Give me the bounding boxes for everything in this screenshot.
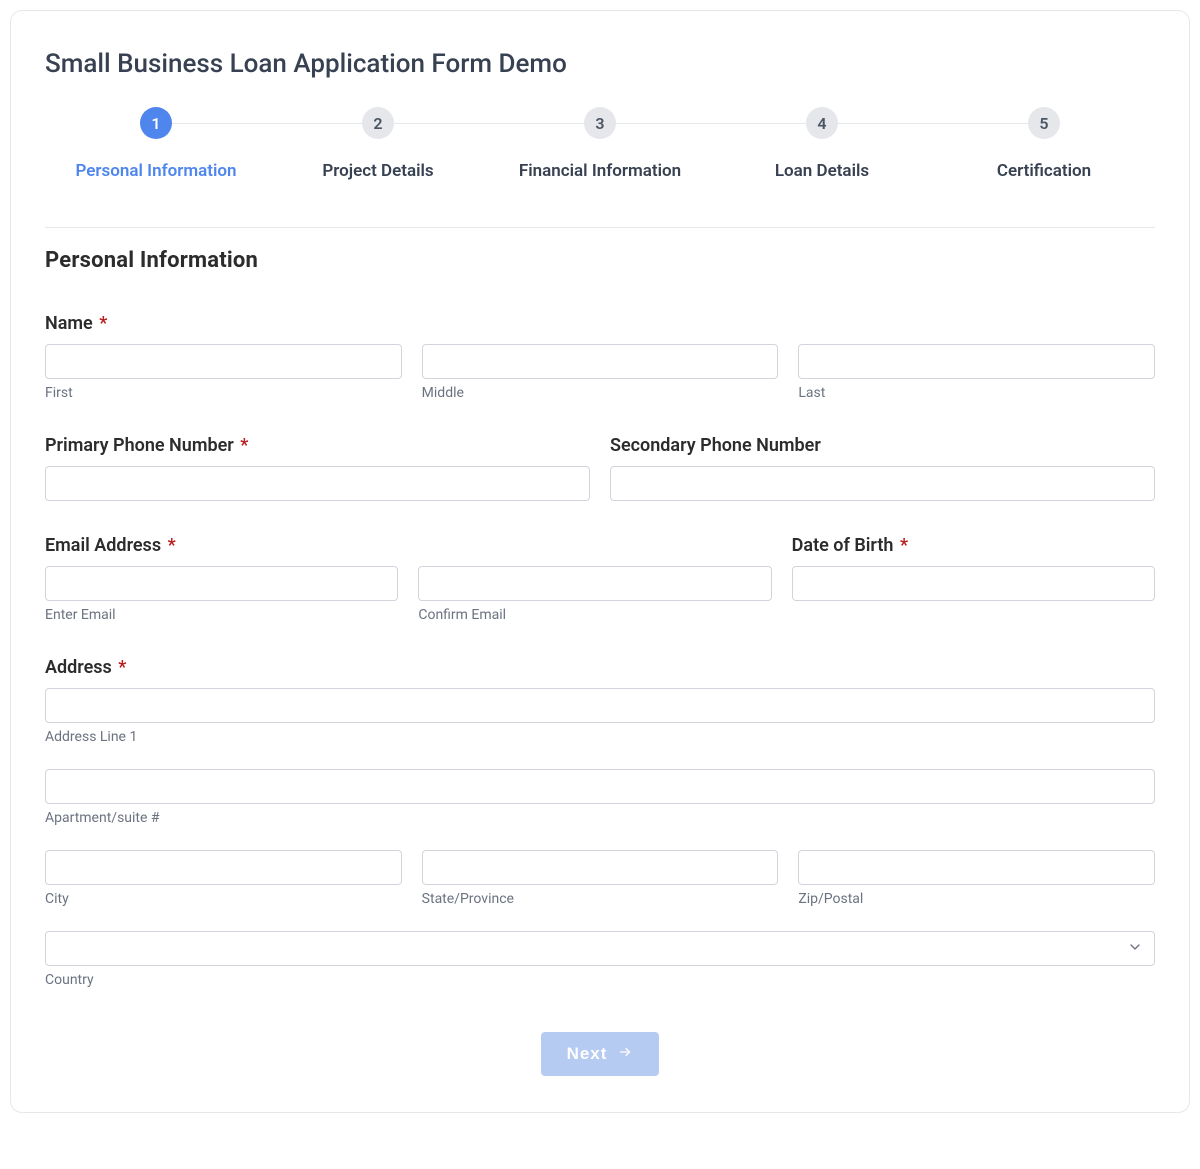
sublabel-last: Last bbox=[798, 385, 1155, 401]
sublabel-enter-email: Enter Email bbox=[45, 607, 398, 623]
field-group-name: Name * First Middle Last bbox=[45, 313, 1155, 401]
address-line1-input[interactable] bbox=[45, 688, 1155, 723]
middle-name-input[interactable] bbox=[422, 344, 779, 379]
last-name-input[interactable] bbox=[798, 344, 1155, 379]
step-label: Loan Details bbox=[775, 161, 869, 181]
footer-actions: Next bbox=[45, 1032, 1155, 1076]
arrow-right-icon bbox=[617, 1046, 633, 1062]
secondary-phone-label: Secondary Phone Number bbox=[610, 435, 1155, 456]
address-line2-input[interactable] bbox=[45, 769, 1155, 804]
address-label: Address * bbox=[45, 657, 1155, 678]
divider bbox=[45, 227, 1155, 228]
required-marker: * bbox=[168, 535, 176, 556]
confirm-email-input[interactable] bbox=[418, 566, 771, 601]
required-marker: * bbox=[99, 313, 107, 334]
sublabel-zip: Zip/Postal bbox=[798, 891, 1155, 907]
step-badge: 1 bbox=[140, 107, 172, 139]
primary-phone-input[interactable] bbox=[45, 466, 590, 501]
zip-input[interactable] bbox=[798, 850, 1155, 885]
country-select[interactable] bbox=[45, 931, 1155, 966]
dob-label: Date of Birth * bbox=[792, 535, 1155, 556]
sublabel-address-line1: Address Line 1 bbox=[45, 729, 1155, 745]
step-badge: 2 bbox=[362, 107, 394, 139]
label-text: Email Address bbox=[45, 535, 161, 556]
email-input[interactable] bbox=[45, 566, 398, 601]
step-personal-information[interactable]: 1 Personal Information bbox=[45, 107, 267, 181]
step-financial-information[interactable]: 3 Financial Information bbox=[489, 107, 711, 181]
sublabel-state: State/Province bbox=[422, 891, 779, 907]
step-connector bbox=[838, 123, 1028, 124]
step-certification[interactable]: 5 Certification bbox=[933, 107, 1155, 181]
step-connector bbox=[394, 123, 584, 124]
step-label: Personal Information bbox=[75, 161, 236, 181]
state-input[interactable] bbox=[422, 850, 779, 885]
email-label: Email Address * bbox=[45, 535, 772, 556]
sublabel-confirm-email: Confirm Email bbox=[418, 607, 771, 623]
section-title: Personal Information bbox=[45, 248, 1155, 273]
step-label: Project Details bbox=[322, 161, 433, 181]
sublabel-first: First bbox=[45, 385, 402, 401]
step-label: Certification bbox=[997, 161, 1091, 181]
city-input[interactable] bbox=[45, 850, 402, 885]
step-project-details[interactable]: 2 Project Details bbox=[267, 107, 489, 181]
step-badge: 4 bbox=[806, 107, 838, 139]
step-badge: 5 bbox=[1028, 107, 1060, 139]
field-group-email-dob: Email Address * Enter Email Confirm Emai… bbox=[45, 535, 1155, 623]
secondary-phone-input[interactable] bbox=[610, 466, 1155, 501]
step-connector bbox=[172, 123, 362, 124]
step-connector bbox=[616, 123, 806, 124]
name-label: Name * bbox=[45, 313, 1155, 334]
dob-input[interactable] bbox=[792, 566, 1155, 601]
step-loan-details[interactable]: 4 Loan Details bbox=[711, 107, 933, 181]
required-marker: * bbox=[900, 535, 908, 556]
sublabel-middle: Middle bbox=[422, 385, 779, 401]
field-group-phones: Primary Phone Number * Secondary Phone N… bbox=[45, 435, 1155, 501]
field-group-address: Address * Address Line 1 Apartment/suite… bbox=[45, 657, 1155, 988]
step-label: Financial Information bbox=[519, 161, 681, 181]
sublabel-country: Country bbox=[45, 972, 1155, 988]
label-text: Address bbox=[45, 657, 112, 678]
next-button[interactable]: Next bbox=[541, 1032, 660, 1076]
form-title: Small Business Loan Application Form Dem… bbox=[45, 49, 1155, 79]
primary-phone-label: Primary Phone Number * bbox=[45, 435, 590, 456]
sublabel-address-line2: Apartment/suite # bbox=[45, 810, 1155, 826]
label-text: Name bbox=[45, 313, 93, 334]
label-text: Secondary Phone Number bbox=[610, 435, 821, 456]
form-card: Small Business Loan Application Form Dem… bbox=[10, 10, 1190, 1113]
sublabel-city: City bbox=[45, 891, 402, 907]
required-marker: * bbox=[240, 435, 248, 456]
next-button-label: Next bbox=[567, 1044, 608, 1064]
required-marker: * bbox=[118, 657, 126, 678]
first-name-input[interactable] bbox=[45, 344, 402, 379]
step-badge: 3 bbox=[584, 107, 616, 139]
label-text: Primary Phone Number bbox=[45, 435, 234, 456]
label-text: Date of Birth bbox=[792, 535, 894, 556]
stepper: 1 Personal Information 2 Project Details… bbox=[45, 107, 1155, 181]
